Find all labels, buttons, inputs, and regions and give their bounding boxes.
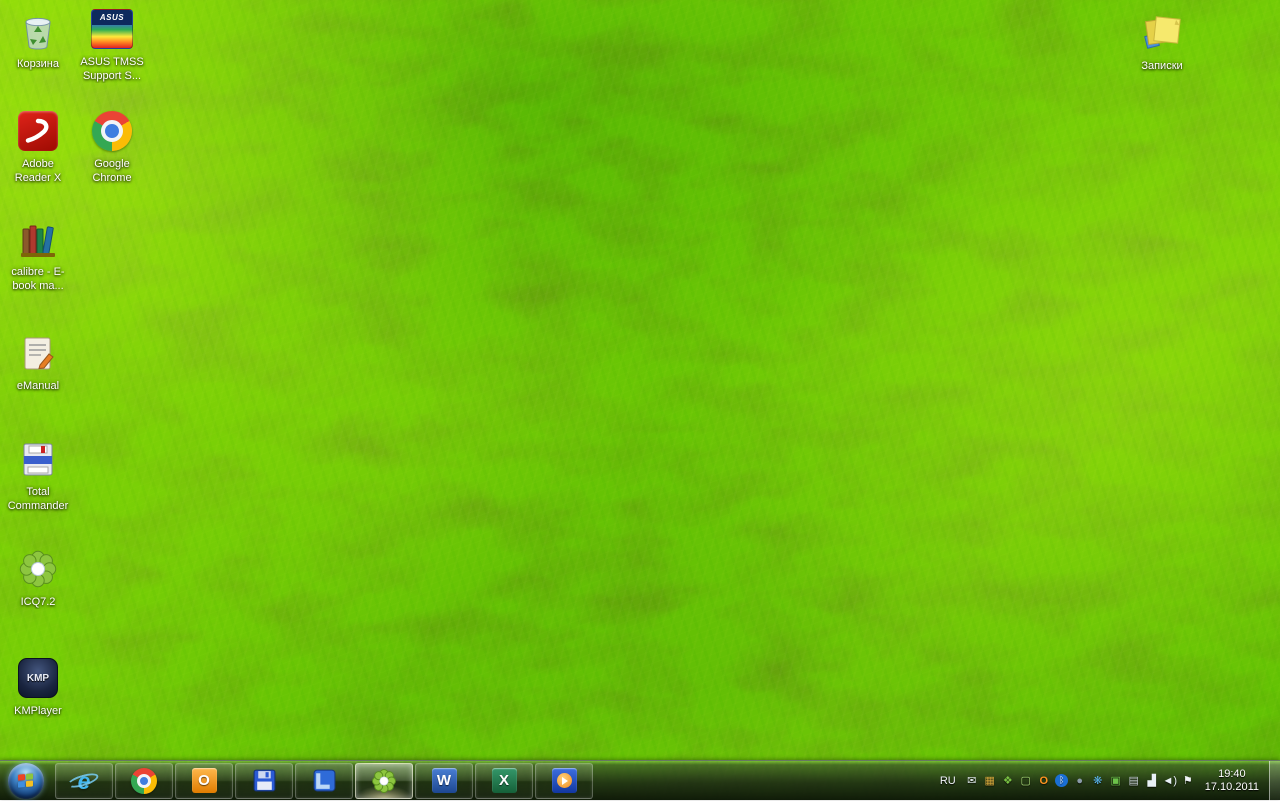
desktop-icon-label: Google Chrome [78, 157, 146, 185]
network-icon[interactable]: ❋ [1089, 762, 1107, 800]
desktop-icon-calibre[interactable]: calibre - E-book ma... [0, 216, 76, 293]
taskbar-button-icq[interactable] [355, 763, 413, 799]
start-button[interactable] [8, 763, 44, 799]
total-commander-icon [15, 436, 61, 482]
desktop-icon-recycle-bin[interactable]: Корзина [0, 8, 76, 71]
desktop-icon-icq[interactable]: ICQ7.2 [0, 546, 76, 609]
chrome-icon [89, 108, 135, 154]
desktop-icon-kmplayer[interactable]: KMP KMPlayer [0, 655, 76, 718]
taskbar: e O [0, 760, 1280, 800]
taskbar-button-total-commander[interactable] [235, 763, 293, 799]
floppy-disk-icon [251, 767, 278, 794]
desktop-icon-emanual[interactable]: eManual [0, 330, 76, 393]
graphics-icon[interactable]: ❖ [999, 762, 1017, 800]
emanual-icon [15, 330, 61, 376]
audio-icon[interactable]: ● [1071, 762, 1089, 800]
desktop-icon-label: Adobe Reader X [4, 157, 72, 185]
desktop-icon-label: ICQ7.2 [4, 595, 72, 609]
device-icon[interactable]: ▤ [1125, 762, 1143, 800]
icq-flower-icon [15, 546, 61, 592]
calibre-icon [15, 216, 61, 262]
desktop-icon-label: KMPlayer [4, 704, 72, 718]
chrome-icon [131, 767, 158, 794]
taskbar-button-app-l[interactable] [295, 763, 353, 799]
wallpaper-grain [0, 0, 1280, 800]
windows-flag-icon [18, 773, 34, 788]
taskbar-button-excel[interactable]: X [475, 763, 533, 799]
desktop[interactable]: Корзина Adobe Reader X calibre - E-book … [0, 0, 1280, 800]
desktop-icon-label: ASUS TMSS Support S... [78, 55, 146, 83]
volume-icon[interactable]: ◄) [1161, 762, 1179, 800]
update-icon[interactable]: ▣ [1107, 762, 1125, 800]
taskbar-button-google-chrome[interactable] [115, 763, 173, 799]
icq-flower-icon [371, 767, 398, 794]
taskbar-button-outlook[interactable]: O [175, 763, 233, 799]
desktop-icon-label: Корзина [4, 57, 72, 71]
action-center-icon[interactable]: ⚑ [1179, 762, 1197, 800]
desktop-icon-sticky-notes[interactable]: Записки [1124, 10, 1200, 73]
desktop-icon-label: eManual [4, 379, 72, 393]
outlook-icon: O [191, 767, 218, 794]
taskbar-button-media-player[interactable] [535, 763, 593, 799]
show-desktop-button[interactable] [1269, 761, 1280, 801]
taskbar-buttons: e O [55, 761, 595, 800]
desktop-icon-label: Total Commander [4, 485, 72, 513]
media-player-icon [551, 767, 578, 794]
desktop-icon-adobe-reader[interactable]: Adobe Reader X [0, 108, 76, 185]
mail-icon[interactable]: ✉ [963, 762, 981, 800]
system-tray: RU ✉ ▦ ❖ ▢ O ᛒ ● ❋ ▣ ▤ ▟ ◄) ⚑ 19:40 17.1… [933, 761, 1280, 800]
language-indicator[interactable]: RU [933, 775, 963, 787]
taskbar-button-internet-explorer[interactable]: e [55, 763, 113, 799]
desktop-icon-google-chrome[interactable]: Google Chrome [74, 108, 150, 185]
app-l-icon [311, 767, 338, 794]
adobe-reader-icon [15, 108, 61, 154]
sticky-notes-icon [1139, 10, 1185, 56]
taskbar-button-word[interactable]: W [415, 763, 473, 799]
utility-icon[interactable]: ▦ [981, 762, 999, 800]
kmp-logo-text: KMP [27, 673, 49, 684]
wallpaper-texture [0, 0, 1280, 800]
display-icon[interactable]: ▢ [1017, 762, 1035, 800]
clock-date: 17.10.2011 [1205, 781, 1259, 794]
signal-icon[interactable]: ▟ [1143, 762, 1161, 800]
asus-tmss-icon: ASUS [89, 6, 135, 52]
openoffice-icon[interactable]: O [1035, 762, 1053, 800]
desktop-icon-label: Записки [1128, 59, 1196, 73]
clock[interactable]: 19:40 17.10.2011 [1197, 768, 1269, 794]
asus-logo-text: ASUS [92, 10, 132, 25]
word-icon: W [431, 767, 458, 794]
bluetooth-icon[interactable]: ᛒ [1053, 774, 1071, 787]
clock-time: 19:40 [1205, 768, 1259, 781]
excel-icon: X [491, 767, 518, 794]
desktop-icon-asus-tmss[interactable]: ASUS ASUS TMSS Support S... [74, 6, 150, 83]
desktop-icon-total-commander[interactable]: Total Commander [0, 436, 76, 513]
internet-explorer-icon: e [71, 767, 98, 794]
recycle-bin-icon [15, 8, 61, 54]
kmplayer-icon: KMP [15, 655, 61, 701]
desktop-icon-label: calibre - E-book ma... [4, 265, 72, 293]
